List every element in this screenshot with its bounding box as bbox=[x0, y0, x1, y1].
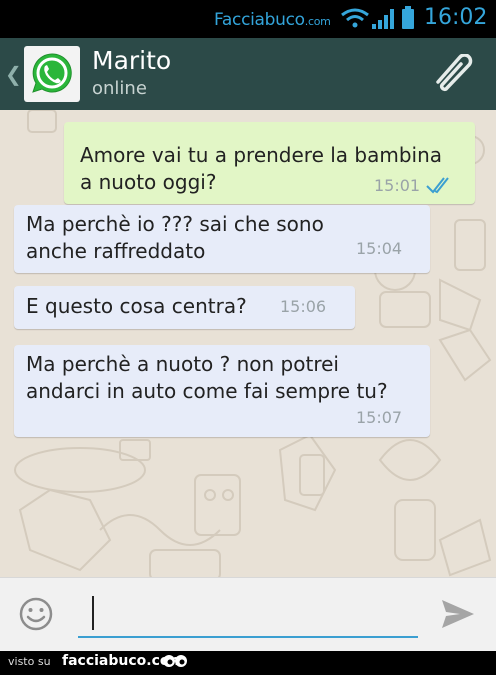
status-time: 16:02 bbox=[424, 5, 488, 30]
text-cursor bbox=[92, 596, 94, 630]
message-text: Ma perchè a nuoto ? non potrei andarci i… bbox=[26, 352, 388, 403]
message-time: 15:07 bbox=[356, 408, 403, 427]
watermark-footer: visto su facciabuco.com bbox=[0, 651, 496, 675]
smiley-icon[interactable] bbox=[18, 596, 54, 632]
status-icons bbox=[341, 6, 414, 29]
status-brand-domain: .com bbox=[304, 15, 331, 28]
message-outgoing[interactable]: Amore vai tu a prendere la bambina a nuo… bbox=[64, 122, 475, 204]
status-bar: Facciabuco.com 16:02 bbox=[0, 0, 496, 38]
contact-status: online bbox=[92, 78, 147, 99]
battery-icon bbox=[402, 6, 414, 29]
send-icon[interactable] bbox=[440, 598, 476, 630]
double-check-icon bbox=[426, 177, 449, 194]
message-time: 15:01 bbox=[374, 176, 421, 195]
message-incoming[interactable]: Ma perchè a nuoto ? non potrei andarci i… bbox=[14, 345, 430, 437]
chevron-left-icon[interactable]: ❮ bbox=[5, 62, 22, 86]
message-time: 15:04 bbox=[356, 239, 403, 258]
chat-header: ❮ Marito online bbox=[0, 38, 496, 110]
eyes-icon bbox=[163, 655, 187, 667]
paperclip-icon[interactable] bbox=[432, 54, 476, 94]
message-input[interactable] bbox=[78, 592, 418, 638]
message-text: Ma perchè io ??? sai che sono anche raff… bbox=[26, 212, 324, 263]
chat-area[interactable]: Amore vai tu a prendere la bambina a nuo… bbox=[0, 110, 496, 577]
whatsapp-logo bbox=[32, 53, 72, 93]
contact-name[interactable]: Marito bbox=[92, 46, 171, 75]
status-brand-name: Facciabuco bbox=[214, 10, 305, 30]
footer-visto-su: visto su bbox=[8, 655, 51, 668]
contact-avatar[interactable] bbox=[24, 46, 80, 102]
message-text: E questo cosa centra? bbox=[26, 294, 247, 318]
message-time: 15:06 bbox=[280, 297, 327, 316]
message-incoming[interactable]: E questo cosa centra? 15:06 bbox=[14, 286, 355, 329]
message-incoming[interactable]: Ma perchè io ??? sai che sono anche raff… bbox=[14, 205, 430, 273]
signal-icon bbox=[372, 9, 394, 29]
status-brand: Facciabuco.com bbox=[214, 10, 331, 30]
message-input-bar bbox=[0, 577, 496, 651]
wifi-icon bbox=[341, 8, 369, 28]
